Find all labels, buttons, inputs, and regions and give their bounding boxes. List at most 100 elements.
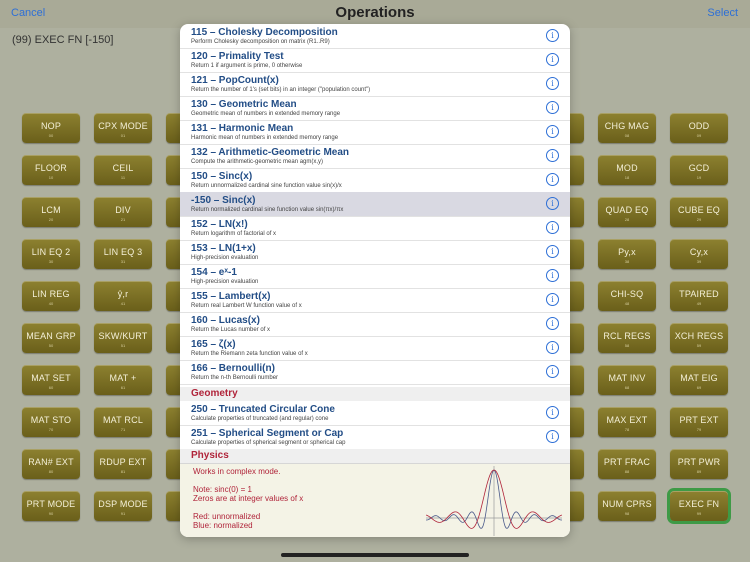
info-icon[interactable]: i <box>546 149 559 162</box>
list-item[interactable]: 155 – Lambert(x) Return real Lambert W fu… <box>180 288 570 313</box>
info-icon[interactable]: i <box>546 341 559 354</box>
key-mean-grp[interactable]: MEAN GRP 50 <box>22 323 80 353</box>
item-description: Return normalized cardinal sine function… <box>191 207 344 213</box>
key-chg-mag[interactable]: CHG MAG 08 <box>598 113 656 143</box>
item-description: High-precision evaluation <box>191 255 259 261</box>
item-description: Perform Cholesky decomposition on matrix… <box>191 39 330 45</box>
item-title: 155 – Lambert(x) <box>191 291 271 302</box>
info-icon[interactable]: i <box>546 293 559 306</box>
list-item[interactable]: 120 – Primality Test Return 1 if argument… <box>180 48 570 73</box>
key-gcd[interactable]: GCD 19 <box>670 155 728 185</box>
key-mat-plus[interactable]: MAT +61 <box>94 365 152 395</box>
key-mat-eig[interactable]: MAT EIG 69 <box>670 365 728 395</box>
info-icon[interactable]: i <box>546 221 559 234</box>
item-description: Return unnormalized cardinal sine functi… <box>191 183 342 189</box>
key-mat-inv[interactable]: MAT INV 68 <box>598 365 656 395</box>
info-icon[interactable]: i <box>546 53 559 66</box>
item-title: 131 – Harmonic Mean <box>191 123 294 134</box>
list-item[interactable]: 131 – Harmonic Mean Harmonic mean of numb… <box>180 120 570 145</box>
key-num-cprs[interactable]: NUM CPRS 98 <box>598 491 656 521</box>
key-prt-pwr[interactable]: PRT PWR 89 <box>670 449 728 479</box>
item-title: 152 – LN(x!) <box>191 219 248 230</box>
info-icon[interactable]: i <box>546 101 559 114</box>
key-cube-eq[interactable]: CUBE EQ 29 <box>670 197 728 227</box>
program-display: (99) EXEC FN [-150] <box>12 34 114 46</box>
item-description: Return the Lucas number of x <box>191 327 271 333</box>
key-skw-kurt[interactable]: SKW/KURT 51 <box>94 323 152 353</box>
item-description: Return the n-th Bernoulli number <box>191 375 279 381</box>
list-item[interactable]: 154 – eˣ-1 High-precision evaluation i <box>180 264 570 289</box>
key-nop[interactable]: NOP 00 <box>22 113 80 143</box>
key-odd[interactable]: ODD 09 <box>670 113 728 143</box>
list-item[interactable]: 166 – Bernoulli(n) Return the n-th Bernou… <box>180 360 570 385</box>
select-button[interactable]: Select <box>707 7 738 19</box>
key-ran-ext[interactable]: RAN# EXT 80 <box>22 449 80 479</box>
key-rdup-ext[interactable]: RDUP EXT 81 <box>94 449 152 479</box>
list-item[interactable]: 115 – Cholesky Decomposition Perform Chol… <box>180 24 570 49</box>
list-item[interactable]: 150 – Sinc(x) Return unnormalized cardina… <box>180 168 570 193</box>
item-description: Calculate properties of spherical segmen… <box>191 440 346 446</box>
list-item[interactable]: 152 – LN(x!) Return logarithm of factoria… <box>180 216 570 241</box>
list-item[interactable]: 130 – Geometric Mean Geometric mean of nu… <box>180 96 570 121</box>
key-lcm[interactable]: LCM 20 <box>22 197 80 227</box>
key-quad-eq[interactable]: QUAD EQ 28 <box>598 197 656 227</box>
info-icon[interactable]: i <box>546 430 559 443</box>
key-lin-eq-3[interactable]: LIN EQ 3 31 <box>94 239 152 269</box>
item-title: 153 – LN(1+x) <box>191 243 256 254</box>
key-dsp-mode[interactable]: DSP MODE 91 <box>94 491 152 521</box>
item-title: 166 – Bernoulli(n) <box>191 363 275 374</box>
key-div[interactable]: DIV 21 <box>94 197 152 227</box>
key-max-ext[interactable]: MAX EXT 78 <box>598 407 656 437</box>
help-text: Zeros are at integer values of x <box>193 494 304 503</box>
item-title: 150 – Sinc(x) <box>191 171 253 182</box>
info-icon[interactable]: i <box>546 245 559 258</box>
item-title: -150 – Sinc(x) <box>191 195 256 206</box>
key-xch-regs[interactable]: XCH REGS 59 <box>670 323 728 353</box>
key-cyx[interactable]: Cy,x 39 <box>670 239 728 269</box>
key-floor[interactable]: FLOOR 10 <box>22 155 80 185</box>
list-item[interactable]: 153 – LN(1+x) High-precision evaluation i <box>180 240 570 265</box>
key-mat-sto[interactable]: MAT STO 70 <box>22 407 80 437</box>
key-cpx-mode[interactable]: CPX MODE 01 <box>94 113 152 143</box>
item-title: 120 – Primality Test <box>191 51 284 62</box>
info-icon[interactable]: i <box>546 269 559 282</box>
info-icon[interactable]: i <box>546 365 559 378</box>
list-item[interactable]: 251 – Spherical Segment or Cap Calculate … <box>180 425 570 450</box>
list-item[interactable]: 121 – PopCount(x) Return the number of 1'… <box>180 72 570 97</box>
list-item[interactable]: 165 – ζ(x) Return the Riemann zeta functi… <box>180 336 570 361</box>
item-description: Calculate properties of truncated (and r… <box>191 416 329 422</box>
home-indicator <box>281 553 469 557</box>
key-exec-fn[interactable]: EXEC FN 99 <box>667 488 731 524</box>
info-icon[interactable]: i <box>546 317 559 330</box>
operations-popover: 115 – Cholesky Decomposition Perform Chol… <box>180 24 570 537</box>
info-icon[interactable]: i <box>546 77 559 90</box>
info-icon[interactable]: i <box>546 197 559 210</box>
key-mat-rcl[interactable]: MAT RCL 71 <box>94 407 152 437</box>
info-icon[interactable]: i <box>546 29 559 42</box>
key-yhat-r[interactable]: ŷ,r 41 <box>94 281 152 311</box>
key-lin-eq-2[interactable]: LIN EQ 2 30 <box>22 239 80 269</box>
key-mat-set[interactable]: MAT SET 60 <box>22 365 80 395</box>
key-rcl-regs[interactable]: RCL REGS 58 <box>598 323 656 353</box>
item-description: Return the number of 1's (set bits) in a… <box>191 87 371 93</box>
info-icon[interactable]: i <box>546 173 559 186</box>
list-item-selected[interactable]: -150 – Sinc(x) Return normalized cardinal… <box>180 192 570 217</box>
key-ceil[interactable]: CEIL 11 <box>94 155 152 185</box>
sinc-plot-icon <box>426 466 562 536</box>
item-title: 121 – PopCount(x) <box>191 75 279 86</box>
key-prt-frac[interactable]: PRT FRAC 88 <box>598 449 656 479</box>
key-lin-reg[interactable]: LIN REG 40 <box>22 281 80 311</box>
key-prt-mode[interactable]: PRT MODE 90 <box>22 491 80 521</box>
key-pyx[interactable]: Py,x 38 <box>598 239 656 269</box>
item-title: 160 – Lucas(x) <box>191 315 260 326</box>
key-mod[interactable]: MOD 18 <box>598 155 656 185</box>
key-tpaired[interactable]: TPAIRED 49 <box>670 281 728 311</box>
info-icon[interactable]: i <box>546 406 559 419</box>
list-item[interactable]: 250 – Truncated Circular Cone Calculate p… <box>180 401 570 426</box>
list-item[interactable]: 160 – Lucas(x) Return the Lucas number of… <box>180 312 570 337</box>
info-icon[interactable]: i <box>546 125 559 138</box>
key-prt-ext[interactable]: PRT EXT 79 <box>670 407 728 437</box>
key-chi-sq[interactable]: CHI-SQ 48 <box>598 281 656 311</box>
list-item[interactable]: 132 – Arithmetic-Geometric Mean Compute t… <box>180 144 570 169</box>
item-title: 132 – Arithmetic-Geometric Mean <box>191 147 350 158</box>
